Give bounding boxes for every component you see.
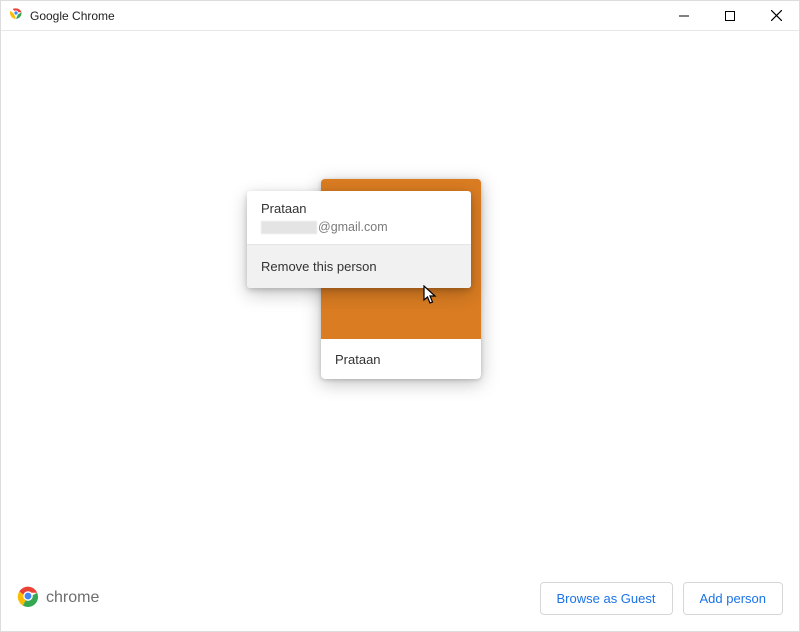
window-controls xyxy=(661,1,799,31)
profile-card-name: Prataan xyxy=(321,339,481,379)
minimize-button[interactable] xyxy=(661,1,707,31)
browse-as-guest-button[interactable]: Browse as Guest xyxy=(540,582,673,615)
chrome-logo-icon xyxy=(17,585,39,612)
titlebar: Google Chrome xyxy=(1,1,799,31)
context-menu-profile-name: Prataan xyxy=(261,201,457,216)
maximize-button[interactable] xyxy=(707,1,753,31)
window-title: Google Chrome xyxy=(30,9,115,23)
remove-person-label: Remove this person xyxy=(261,259,377,274)
context-menu-header: Prataan @gmail.com xyxy=(247,191,471,244)
footer-actions: Browse as Guest Add person xyxy=(540,582,784,615)
titlebar-left: Google Chrome xyxy=(9,6,115,25)
footer-brand-area: chrome xyxy=(17,585,99,612)
chrome-icon xyxy=(9,6,23,25)
email-suffix: @gmail.com xyxy=(318,220,388,234)
profile-context-menu: Prataan @gmail.com Remove this person xyxy=(247,191,471,288)
cursor-icon xyxy=(423,285,439,310)
context-menu-profile-email: @gmail.com xyxy=(261,220,457,234)
footer: chrome Browse as Guest Add person xyxy=(1,575,799,631)
add-person-button[interactable]: Add person xyxy=(683,582,784,615)
close-button[interactable] xyxy=(753,1,799,31)
main-area: Prataan Prataan @gmail.com Remove this p… xyxy=(1,31,799,575)
footer-brand-text: chrome xyxy=(46,589,99,607)
remove-person-menu-item[interactable]: Remove this person xyxy=(247,245,471,288)
redacted-email-prefix xyxy=(261,221,317,234)
